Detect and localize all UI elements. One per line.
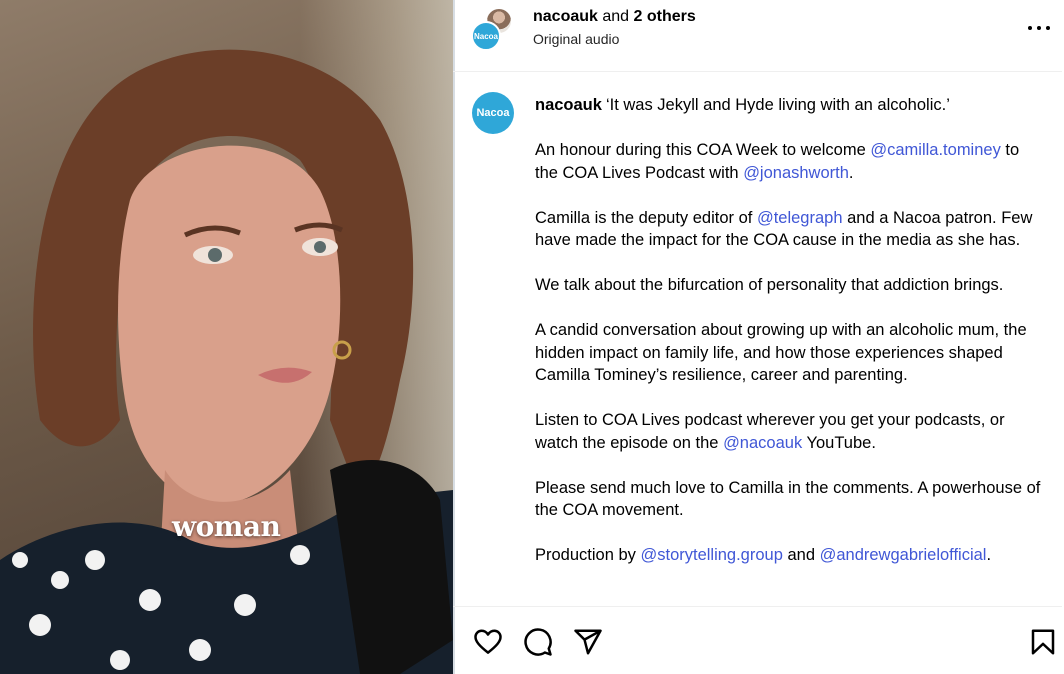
caption-text: and (782, 546, 820, 564)
video-caption: woman (172, 510, 281, 543)
mention-telegraph[interactable]: @telegraph (757, 209, 843, 227)
action-bar (453, 606, 1062, 674)
more-icon (1028, 26, 1032, 30)
nacoa-logo-avatar[interactable]: Nacoa (471, 21, 501, 51)
avatar-logo-text: Nacoa (473, 31, 498, 41)
caption-paragraph: Please send much love to Camilla in the … (535, 478, 1041, 520)
header-text: nacoauk and 2 others Original audio (533, 8, 696, 47)
post-sidebar: Nacoa nacoauk and 2 others Original audi… (453, 0, 1062, 674)
caption-text: YouTube. (802, 433, 876, 452)
video-player[interactable]: woman (0, 0, 453, 674)
mention-storytelling[interactable]: @storytelling.group (640, 546, 782, 564)
post-view: woman Nacoa nacoauk and 2 others Origina… (0, 0, 1064, 674)
caption-text: . (986, 546, 992, 564)
mention-andrewgabriel[interactable]: @andrewgabrielofficial (820, 546, 987, 564)
caption-username[interactable]: nacoauk (535, 96, 602, 114)
caption-scroll-area[interactable]: Nacoa nacoauk ‘It was Jekyll and Hyde liv… (453, 72, 1062, 606)
share-icon (574, 629, 602, 655)
caption-body: nacoauk ‘It was Jekyll and Hyde living wi… (535, 94, 1045, 589)
others-link[interactable]: 2 others (634, 8, 696, 25)
save-button[interactable] (1028, 627, 1058, 657)
audio-label[interactable]: Original audio (533, 31, 696, 47)
like-button[interactable] (473, 627, 503, 657)
bookmark-icon (1031, 629, 1055, 655)
mention-nacoauk[interactable]: @nacoauk (723, 434, 802, 452)
caption-avatar-text: Nacoa (476, 107, 510, 119)
video-frame (0, 49, 453, 674)
caption-avatar[interactable]: Nacoa (472, 92, 514, 134)
caption-text: Production by (535, 546, 641, 564)
mention-jonashworth[interactable]: @jonashworth (743, 164, 849, 182)
more-options-button[interactable] (1028, 20, 1050, 36)
caption-paragraph: We talk about the bifurcation of persona… (535, 276, 1004, 294)
heart-icon (474, 629, 502, 654)
post-header: Nacoa nacoauk and 2 others Original audi… (453, 0, 1062, 72)
caption-text: . (848, 163, 854, 182)
collab-avatars[interactable]: Nacoa (471, 7, 515, 51)
caption-headline: ‘It was Jekyll and Hyde living with an a… (605, 96, 950, 114)
comment-button[interactable] (523, 627, 553, 657)
mention-camilla[interactable]: @camilla.tominey (870, 141, 1000, 159)
header-joiner: and (602, 8, 630, 25)
caption-paragraph: A candid conversation about growing up w… (535, 321, 1027, 384)
caption-text: Camilla is the deputy editor of (535, 208, 757, 227)
author-username[interactable]: nacoauk (533, 8, 598, 25)
share-button[interactable] (573, 627, 603, 657)
comment-icon (524, 628, 552, 656)
caption-text: An honour during this COA Week to welcom… (535, 141, 871, 159)
